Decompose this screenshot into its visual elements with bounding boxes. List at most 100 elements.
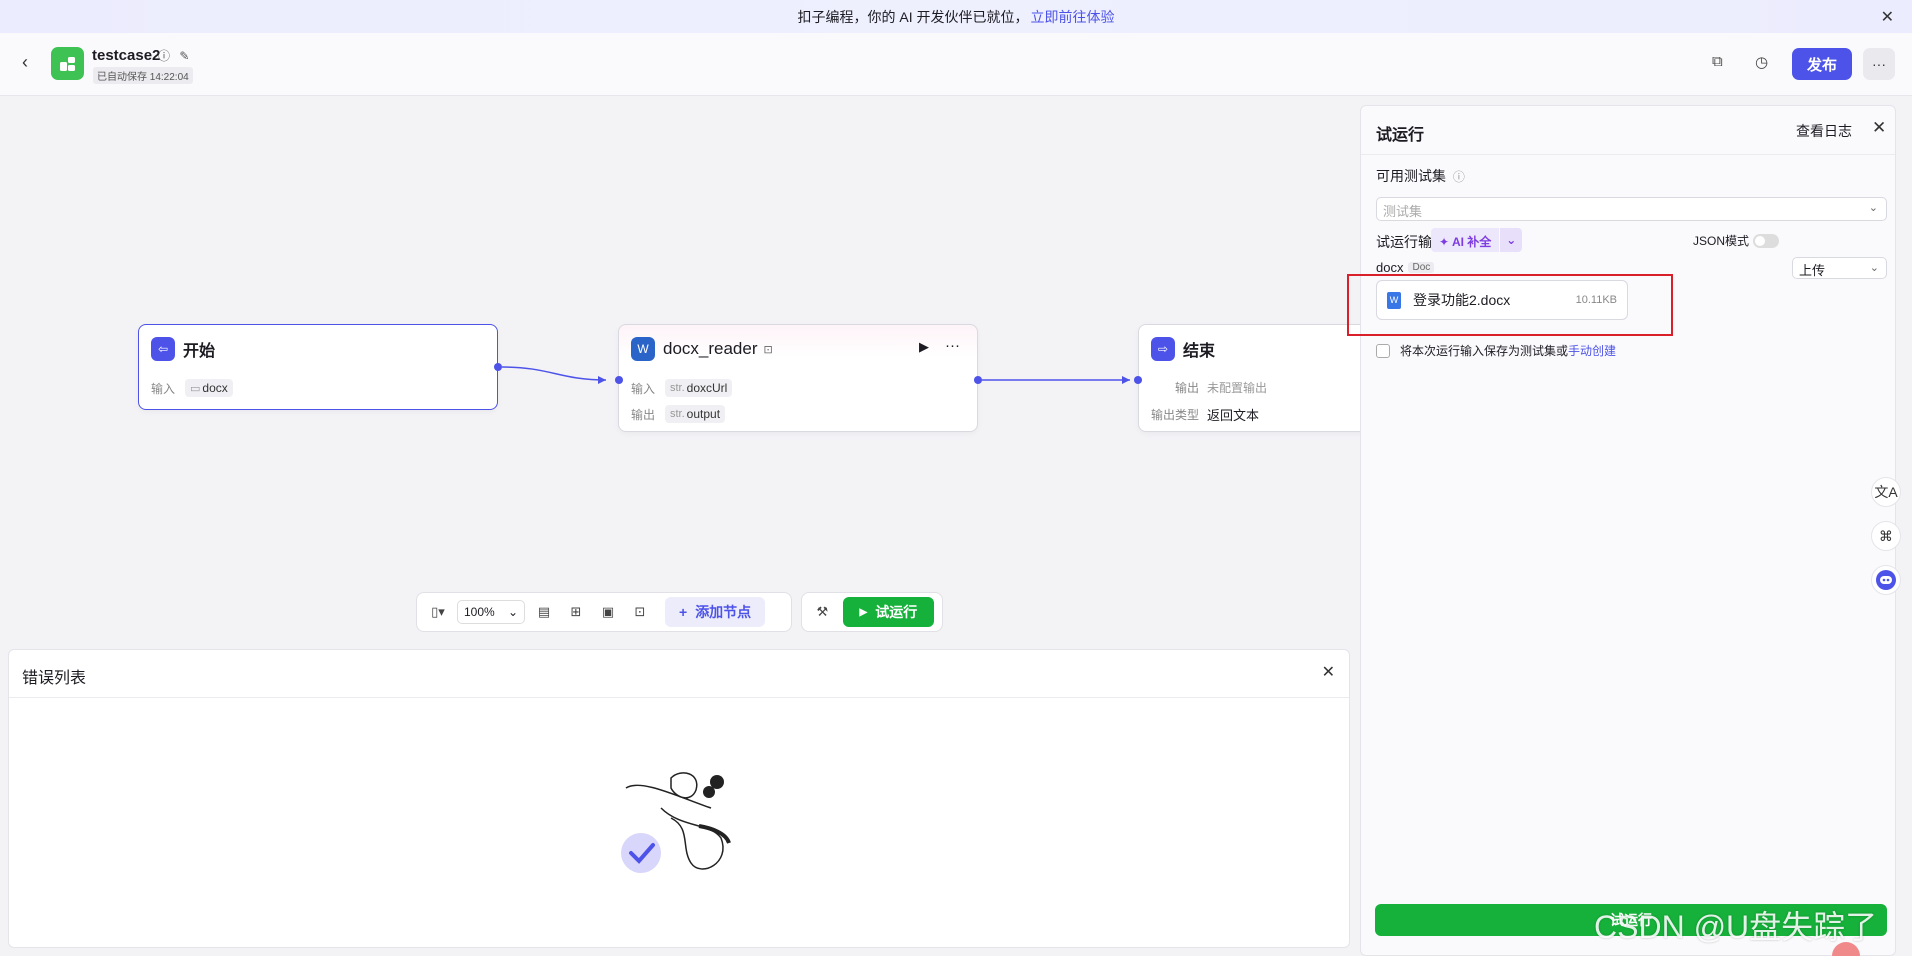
promo-banner: 扣子编程，你的 AI 开发伙伴已就位， 立即前往体验 ✕ (0, 0, 1912, 33)
start-node-title: 开始 (183, 343, 216, 360)
reader-node-title: docx_reader (663, 339, 758, 358)
copy-icon[interactable]: ⧉ (1712, 53, 1723, 70)
divider (1361, 154, 1895, 155)
reader-output-port[interactable] (974, 376, 982, 384)
layout-icon[interactable]: ⊞ (563, 604, 589, 620)
manual-create-link[interactable]: 手动创建 (1568, 342, 1616, 359)
reader-output-value: output (686, 407, 721, 421)
end-icon: ⇨ (1151, 337, 1175, 361)
play-icon: ▶ (859, 606, 868, 618)
reader-output-type: str. (670, 408, 685, 420)
upload-mode-value: 上传 (1799, 263, 1826, 278)
upload-mode-select[interactable]: 上传 ⌄ (1792, 257, 1887, 279)
error-list-panel: 错误列表 ✕ (8, 649, 1350, 948)
field-type-tag: Doc (1408, 262, 1435, 273)
assistant-bot-icon[interactable] (1871, 565, 1901, 595)
save-testset-checkbox[interactable] (1376, 343, 1390, 358)
workflow-canvas[interactable]: ⇦ 开始 输入 ▭ docx W docx_reader ⊡ ▶ ··· 输入 … (0, 96, 1378, 648)
run-toolbar: ⚒ ▶ 试运行 (801, 592, 943, 632)
app-name: testcase2 (92, 47, 161, 64)
ai-fill-label: AI 补全 (1451, 235, 1492, 249)
divider (9, 697, 1349, 698)
info-icon[interactable]: ⓘ (1453, 170, 1465, 184)
view-log-link[interactable]: 查看日志 (1796, 121, 1852, 141)
test-run-label: 试运行 (875, 604, 918, 620)
banner-link[interactable]: 立即前往体验 (1031, 7, 1115, 27)
test-panel-title: 试运行 (1376, 127, 1425, 144)
start-output-port[interactable] (494, 363, 502, 371)
folder-icon: ▭ (190, 382, 201, 395)
wrench-icon[interactable]: ⚒ (810, 604, 835, 620)
ai-fill-button[interactable]: ✦ AI 补全 ⌄ (1431, 228, 1531, 252)
start-icon: ⇦ (151, 337, 175, 361)
start-input-chip: ▭ docx (185, 379, 233, 397)
testset-label: 可用测试集 ⓘ (1376, 166, 1465, 186)
more-button[interactable]: ··· (1863, 48, 1895, 80)
plugin-icon: ⊡ (763, 343, 773, 356)
close-icon[interactable]: ✕ (1881, 7, 1894, 27)
chevron-down-icon: ⌄ (507, 605, 518, 619)
json-mode-toggle-row: JSON模式 (1693, 232, 1780, 249)
test-run-button[interactable]: ▶ 试运行 (842, 597, 934, 627)
reader-input-label: 输入 (631, 381, 656, 396)
mouse-mode-icon[interactable]: ▯▾ (425, 604, 451, 620)
chevron-down-icon: ⌄ (1869, 262, 1879, 274)
json-mode-toggle[interactable] (1753, 233, 1780, 248)
apps-icon[interactable]: ⌘ (1871, 521, 1901, 551)
banner-text: 扣子编程，你的 AI 开发伙伴已就位， (797, 8, 1029, 25)
chevron-down-icon: ⌄ (1868, 202, 1878, 214)
ai-fill-main[interactable]: ✦ AI 补全 (1431, 228, 1500, 252)
annotation-highlight-box (1347, 274, 1673, 336)
end-node-title: 结束 (1183, 343, 1216, 360)
translate-icon[interactable]: 文A (1871, 477, 1901, 507)
close-icon[interactable]: ✕ (1322, 662, 1335, 682)
back-arrow-icon[interactable]: ‹ (22, 52, 28, 73)
reader-output-label: 输出 (631, 407, 656, 422)
start-input-label: 输入 (151, 381, 176, 396)
add-node-label: 添加节点 (695, 604, 752, 620)
zoom-select[interactable]: 100% ⌄ (457, 600, 525, 624)
end-output-value: 未配置输出 (1207, 381, 1268, 395)
reader-input-value: doxcUrl (686, 381, 728, 395)
error-list-title: 错误列表 (22, 670, 87, 687)
start-input-value: docx (202, 381, 228, 395)
plus-icon: + (679, 604, 688, 620)
testset-label-text: 可用测试集 (1376, 168, 1446, 184)
word-icon: W (631, 337, 655, 361)
docx-field-label: docx Doc (1376, 260, 1435, 275)
json-mode-label: JSON模式 (1693, 234, 1750, 248)
end-node[interactable]: ⇨ 结束 输出 未配置输出 输出类型 返回文本 (1138, 324, 1378, 432)
chevron-down-icon[interactable]: ⌄ (1500, 228, 1523, 252)
docx-reader-node[interactable]: W docx_reader ⊡ ▶ ··· 输入 str. doxcUrl 输出… (618, 324, 978, 432)
sparkle-icon: ✦ (1439, 235, 1450, 249)
save-testset-row: 将本次运行输入保存为测试集或 手动创建 (1376, 342, 1616, 359)
app-header: ‹ testcase2 ⓘ ✎ 已自动保存 14:22:04 ⧉ ◷ 发布 ··… (0, 33, 1912, 96)
reader-output-chip: str. output (665, 405, 726, 423)
testset-select[interactable]: 测试集 ⌄ (1376, 197, 1887, 221)
comment-icon[interactable]: ▤ (531, 604, 557, 620)
reader-input-chip: str. doxcUrl (665, 379, 733, 397)
watermark: CSDN @U盘失踪了 (1594, 909, 1878, 945)
end-input-port[interactable] (1134, 376, 1142, 384)
publish-button[interactable]: 发布 (1792, 48, 1852, 80)
save-testset-text: 将本次运行输入保存为测试集或 (1400, 344, 1569, 358)
app-logo-icon (51, 47, 84, 80)
close-icon[interactable]: ✕ (1872, 118, 1886, 138)
add-node-button[interactable]: + 添加节点 (665, 597, 766, 627)
field-name: docx (1376, 260, 1404, 275)
history-icon[interactable]: ◷ (1755, 53, 1768, 71)
empty-state-illustration (621, 772, 731, 873)
image-icon[interactable]: ⊡ (627, 604, 653, 620)
reader-input-type: str. (670, 382, 685, 394)
canvas-toolbar: ▯▾ 100% ⌄ ▤ ⊞ ▣ ⊡ + 添加节点 (416, 592, 792, 632)
more-icon[interactable]: ··· (945, 337, 960, 354)
minimap-icon[interactable]: ▣ (595, 604, 621, 620)
reader-input-port[interactable] (615, 376, 623, 384)
end-output-type-label: 输出类型 (1151, 408, 1200, 422)
start-node[interactable]: ⇦ 开始 输入 ▭ docx (138, 324, 498, 410)
info-icon[interactable]: ⓘ (158, 49, 170, 63)
play-icon[interactable]: ▶ (919, 339, 929, 355)
testset-placeholder: 测试集 (1383, 204, 1423, 219)
end-output-label: 输出 (1174, 381, 1199, 395)
edit-icon[interactable]: ✎ (179, 49, 189, 63)
